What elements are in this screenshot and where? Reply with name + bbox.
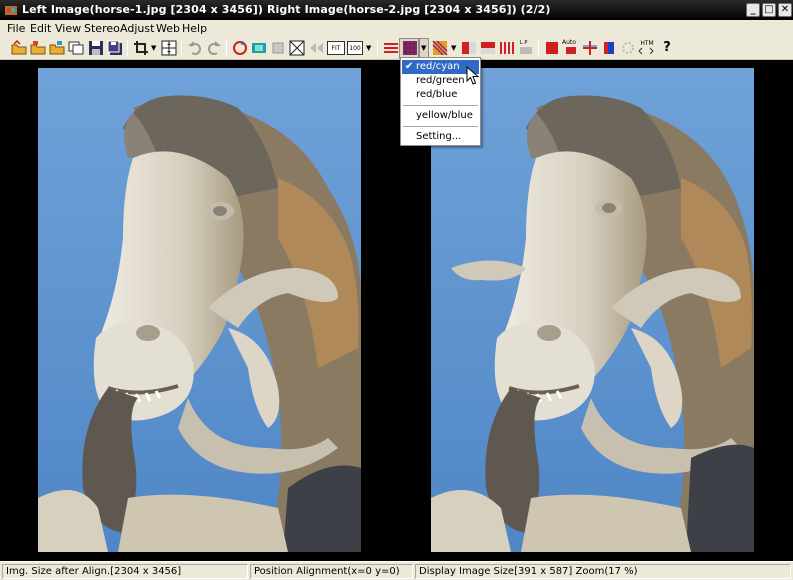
- status-position-alignment: Position Alignment(x=0 y=0): [250, 564, 413, 579]
- mouse-cursor-icon: [466, 66, 480, 85]
- fit-icon[interactable]: FIT: [327, 41, 345, 55]
- status-bar: Img. Size after Align.[2304 x 3456] Posi…: [0, 561, 793, 580]
- color-anaglyph-dropdown-icon[interactable]: ▼: [451, 43, 457, 53]
- toolbar-separator: [226, 40, 227, 57]
- status-image-size: Img. Size after Align.[2304 x 3456]: [2, 564, 248, 579]
- menu-separator: [403, 105, 478, 106]
- stop-icon[interactable]: [270, 40, 286, 56]
- menu-separator: [403, 126, 478, 127]
- column-icon[interactable]: [499, 40, 515, 56]
- lp-icon[interactable]: L P: [518, 40, 534, 56]
- menu-help[interactable]: Help: [182, 22, 207, 35]
- check-icon: ✔: [405, 61, 414, 72]
- menu-item-setting[interactable]: Setting...: [402, 130, 479, 144]
- zoom100-icon[interactable]: 100: [347, 41, 363, 55]
- auto-align-icon[interactable]: Auto: [562, 39, 580, 56]
- menu-item-label: Setting...: [416, 131, 462, 142]
- anaglyph-dropdown-icon[interactable]: ▼: [421, 43, 427, 53]
- open-multi-icon[interactable]: [68, 40, 84, 56]
- red-square-icon[interactable]: [544, 40, 560, 56]
- open-left-icon[interactable]: [30, 40, 46, 56]
- html-label: HTM: [640, 40, 654, 47]
- menu-item-label: red/cyan: [416, 61, 460, 72]
- toolbar-separator: [538, 40, 539, 57]
- crop-icon[interactable]: [133, 40, 149, 56]
- menu-item-label: red/green: [416, 75, 465, 86]
- toolbar-separator: [377, 40, 378, 57]
- status-display-size: Display Image Size[391 x 587] Zoom(17 %): [415, 564, 791, 579]
- stereo-viewer[interactable]: [0, 60, 793, 561]
- zoom-dropdown-icon[interactable]: ▼: [366, 43, 372, 53]
- grid-icon[interactable]: [161, 40, 177, 56]
- open-icon[interactable]: [11, 40, 27, 56]
- prev-icon[interactable]: [308, 40, 324, 56]
- menu-stereo[interactable]: Stereo: [84, 22, 120, 35]
- left-image: [38, 68, 361, 552]
- blue-icon[interactable]: [601, 40, 617, 56]
- half-color-icon[interactable]: [461, 40, 477, 56]
- menu-view[interactable]: View: [55, 22, 81, 35]
- color-anaglyph-icon[interactable]: [432, 40, 448, 56]
- anaglyph-icon[interactable]: [402, 40, 418, 56]
- menu-edit[interactable]: Edit: [30, 22, 51, 35]
- above-below-icon[interactable]: [480, 40, 496, 56]
- menu-web[interactable]: Web: [156, 22, 180, 35]
- maximize-button[interactable]: □: [762, 3, 776, 17]
- crop-dropdown-icon[interactable]: ▼: [151, 43, 157, 53]
- open-right-icon[interactable]: [49, 40, 65, 56]
- window-title: Left Image(horse-1.jpg [2304 x 3456]) Ri…: [22, 3, 551, 16]
- toolbar-separator: [181, 40, 182, 57]
- redo-icon[interactable]: [206, 40, 222, 56]
- undo-icon[interactable]: [187, 40, 203, 56]
- side-by-side-icon[interactable]: [251, 40, 267, 56]
- menu-file[interactable]: File: [7, 22, 25, 35]
- menu-adjust[interactable]: Adjust: [120, 22, 154, 35]
- menu-item-yellow-blue[interactable]: yellow/blue: [402, 109, 479, 123]
- line-mode-icon[interactable]: [383, 40, 399, 56]
- save-all-icon[interactable]: [107, 40, 123, 56]
- minimize-button[interactable]: _: [746, 3, 760, 17]
- save-icon[interactable]: [88, 40, 104, 56]
- toolbar-separator: [127, 40, 128, 57]
- help-icon[interactable]: ?: [659, 40, 675, 56]
- close-button[interactable]: ✕: [778, 3, 792, 17]
- title-bar: Left Image(horse-1.jpg [2304 x 3456]) Ri…: [0, 0, 793, 20]
- toolbar: ▼ FIT 100 ▼ ▼ ▼ L P Auto HTM ?: [0, 37, 793, 60]
- html-icon[interactable]: HTM: [638, 40, 656, 56]
- settings-icon[interactable]: [620, 40, 636, 56]
- app-icon: [5, 6, 17, 15]
- fit-window-icon[interactable]: [289, 40, 305, 56]
- menu-bar: File Edit View Stereo Adjust Web Help: [0, 20, 793, 37]
- menu-item-label: red/blue: [416, 89, 458, 100]
- menu-item-red-blue[interactable]: red/blue: [402, 88, 479, 102]
- menu-item-label: yellow/blue: [416, 110, 473, 121]
- swap-icon[interactable]: [232, 40, 248, 56]
- align-icon[interactable]: [582, 40, 598, 56]
